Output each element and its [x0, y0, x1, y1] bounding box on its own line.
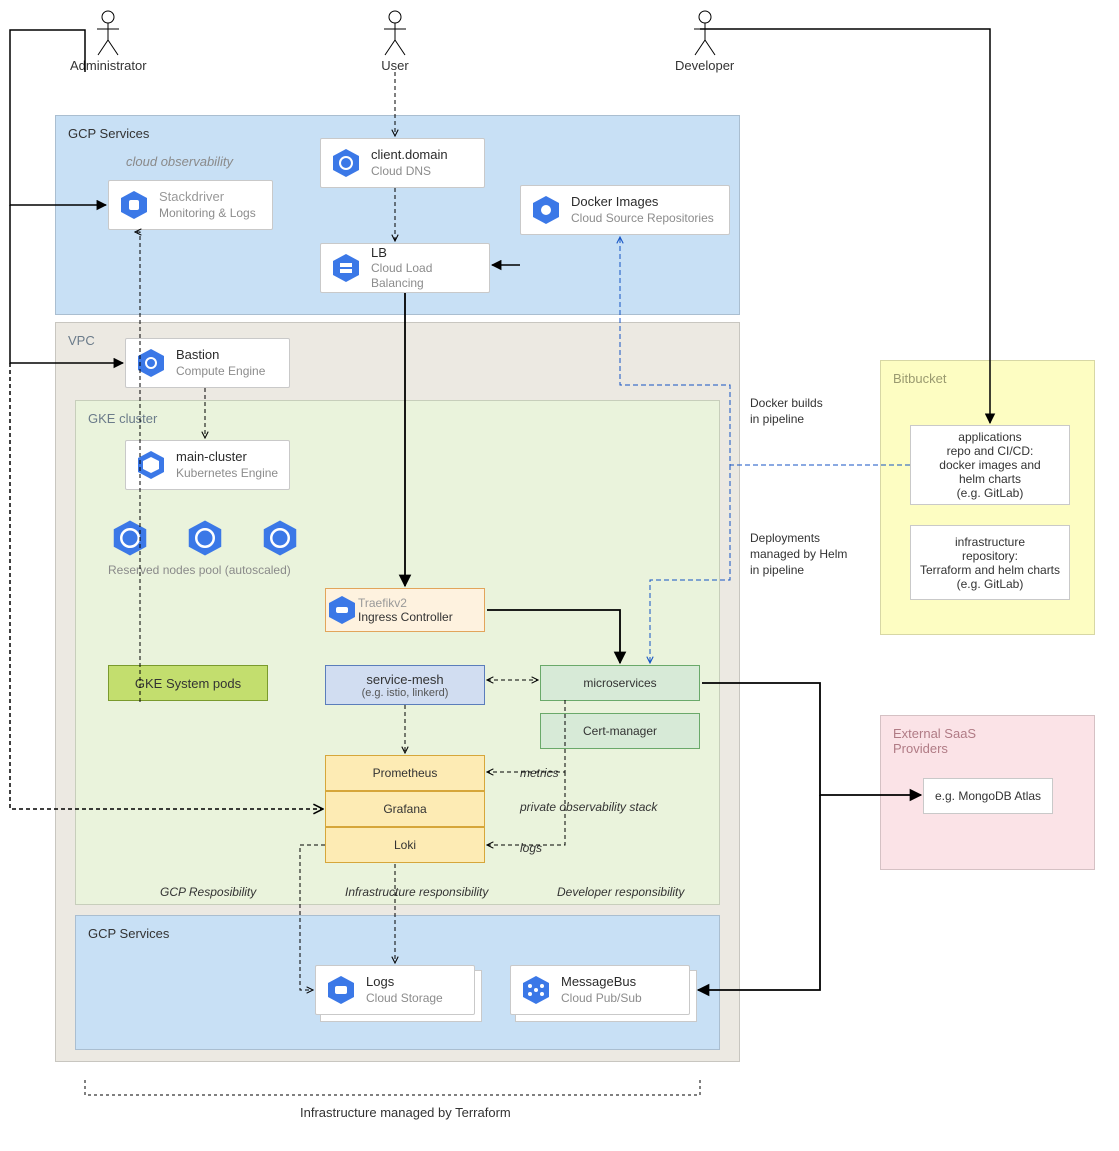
- node-system-pods: GKE System pods: [108, 665, 268, 701]
- ingress-subtitle: Ingress Controller: [358, 610, 453, 624]
- node-prometheus: Prometheus: [325, 755, 485, 791]
- node-logs: LogsCloud Storage: [315, 965, 475, 1015]
- gcp-top-title: GCP Services: [68, 126, 149, 141]
- edge-label-metrics: metrics: [520, 765, 559, 781]
- cert-manager-label: Cert-manager: [583, 724, 657, 738]
- node-ingress: Traefikv2Ingress Controller: [325, 588, 485, 632]
- hexagon-icon: [329, 146, 363, 180]
- footer-label: Infrastructure managed by Terraform: [300, 1105, 511, 1120]
- diagram-canvas: Administrator User Developer GCP Service…: [0, 0, 1119, 1151]
- hexagon-icon: [134, 346, 168, 380]
- loki-label: Loki: [394, 838, 416, 852]
- pool-hex-icon: [185, 518, 225, 561]
- bus-subtitle: Cloud Pub/Sub: [561, 991, 642, 1006]
- grafana-label: Grafana: [383, 802, 426, 816]
- vpc-title: VPC: [68, 333, 95, 348]
- bastion-subtitle: Compute Engine: [176, 364, 265, 379]
- actor-developer: Developer: [675, 10, 734, 73]
- node-service-mesh: service-mesh (e.g. istio, linkerd): [325, 665, 485, 705]
- obs-stack-label: private observability stack: [520, 800, 657, 814]
- hexagon-icon: [134, 448, 168, 482]
- node-repo-apps: applications repo and CI/CD: docker imag…: [910, 425, 1070, 505]
- actor-user: User: [380, 10, 410, 73]
- main-cluster-title: main-cluster: [176, 449, 278, 465]
- hexagon-icon: [519, 973, 553, 1007]
- lb-subtitle: Cloud Load Balancing: [371, 261, 479, 291]
- mesh-title: service-mesh: [366, 672, 443, 687]
- resp-dev-label: Developer responsibility: [557, 885, 684, 899]
- hexagon-icon: [117, 188, 151, 222]
- node-bastion: BastionCompute Engine: [125, 338, 290, 388]
- bus-title: MessageBus: [561, 974, 642, 990]
- node-grafana: Grafana: [325, 791, 485, 827]
- node-mongodb: e.g. MongoDB Atlas: [923, 778, 1053, 814]
- actor-user-label: User: [381, 58, 408, 73]
- actor-admin: Administrator: [70, 10, 147, 73]
- resp-gcp-label: GCP Resposibility: [160, 885, 256, 899]
- pool-label: Reserved nodes pool (autoscaled): [108, 563, 291, 577]
- docker-title: Docker Images: [571, 194, 714, 210]
- hexagon-icon: [324, 973, 358, 1007]
- edge-label-helm-deploy: Deployments managed by Helm in pipeline: [750, 530, 847, 579]
- node-loki: Loki: [325, 827, 485, 863]
- node-dns: client.domainCloud DNS: [320, 138, 485, 188]
- hexagon-icon: [329, 251, 363, 285]
- microservices-label: microservices: [583, 676, 656, 690]
- edge-label-docker-builds: Docker builds in pipeline: [750, 395, 823, 427]
- actor-admin-label: Administrator: [70, 58, 147, 73]
- node-main-cluster: main-clusterKubernetes Engine: [125, 440, 290, 490]
- node-cert-manager: Cert-manager: [540, 713, 700, 749]
- lb-title: LB: [371, 245, 479, 261]
- hexagon-icon: [326, 594, 358, 626]
- edge-label-logs: logs: [520, 840, 542, 856]
- gcp-bottom-title: GCP Services: [88, 926, 169, 941]
- node-stackdriver: StackdriverMonitoring & Logs: [108, 180, 273, 230]
- bastion-title: Bastion: [176, 347, 265, 363]
- hexagon-icon: [529, 193, 563, 227]
- system-pods-label: GKE System pods: [135, 676, 241, 691]
- actor-developer-label: Developer: [675, 58, 734, 73]
- external-title: External SaaS Providers: [893, 726, 976, 756]
- docker-subtitle: Cloud Source Repositories: [571, 211, 714, 226]
- ingress-title: Traefikv2: [358, 596, 453, 610]
- dns-subtitle: Cloud DNS: [371, 164, 448, 179]
- logs-title: Logs: [366, 974, 443, 990]
- stackdriver-title: Stackdriver: [159, 189, 256, 205]
- node-messagebus: MessageBusCloud Pub/Sub: [510, 965, 690, 1015]
- node-lb: LBCloud Load Balancing: [320, 243, 490, 293]
- prometheus-label: Prometheus: [373, 766, 438, 780]
- logs-subtitle: Cloud Storage: [366, 991, 443, 1006]
- dns-title: client.domain: [371, 147, 448, 163]
- node-repo-infra: infrastructure repository: Terraform and…: [910, 525, 1070, 600]
- node-microservices: microservices: [540, 665, 700, 701]
- repo-infra-label: infrastructure repository: Terraform and…: [920, 535, 1060, 591]
- bitbucket-title: Bitbucket: [893, 371, 946, 386]
- node-docker-images: Docker ImagesCloud Source Repositories: [520, 185, 730, 235]
- gke-title: GKE cluster: [88, 411, 157, 426]
- repo-apps-label: applications repo and CI/CD: docker imag…: [939, 430, 1040, 500]
- stackdriver-subtitle: Monitoring & Logs: [159, 206, 256, 221]
- pool-hex-icon: [110, 518, 150, 561]
- resp-infra-label: Infrastructure responsibility: [345, 885, 488, 899]
- mesh-subtitle: (e.g. istio, linkerd): [362, 687, 449, 699]
- main-cluster-subtitle: Kubernetes Engine: [176, 466, 278, 481]
- pool-hex-icon: [260, 518, 300, 561]
- gcp-top-subtitle: cloud observability: [126, 154, 233, 169]
- mongodb-label: e.g. MongoDB Atlas: [935, 789, 1041, 803]
